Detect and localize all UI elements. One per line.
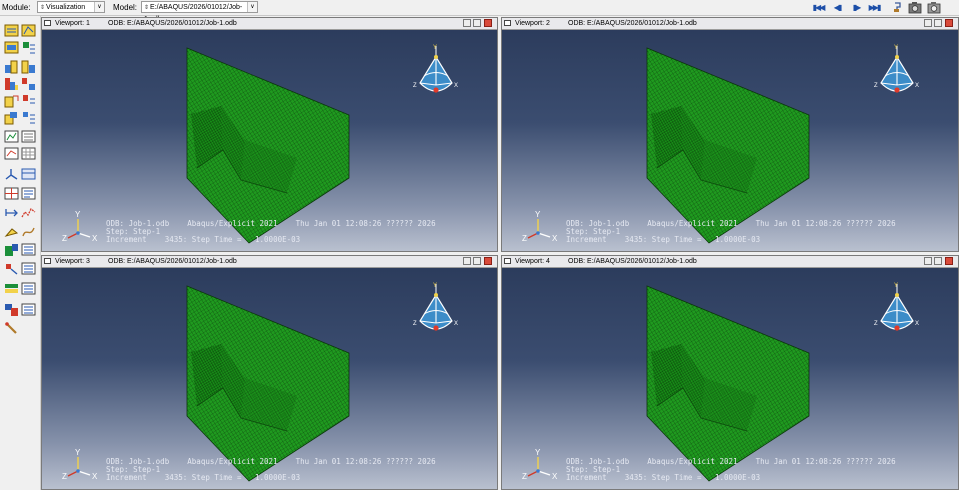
color-manager-icon[interactable] — [21, 302, 36, 317]
increment-info-line: Increment 3435: Step Time = 1.0000E-03 — [106, 235, 301, 244]
module-label: Module: — [2, 3, 31, 12]
last-frame-icon[interactable]: ▶▶▮ — [867, 2, 882, 13]
section-options-icon[interactable] — [21, 281, 36, 296]
query-triad-icon[interactable] — [4, 166, 19, 181]
viewport-2[interactable]: Viewport: 2 ODB: E:/ABAQUS/2026/01012/Jo… — [501, 17, 959, 252]
ply-stack-icon[interactable] — [21, 93, 36, 108]
triad-y-label: Y — [433, 283, 437, 289]
axis-x-label: X — [92, 472, 98, 480]
global-axes-triad-icon: Y X Z — [522, 448, 558, 480]
triad-z-label: Z — [874, 321, 878, 327]
plot-deformed-icon[interactable] — [21, 23, 36, 38]
previous-frame-icon[interactable]: ◀▮ — [830, 2, 844, 13]
plot-contours-icon[interactable] — [4, 40, 19, 55]
axis-z-label: Z — [522, 234, 527, 242]
table-report-icon[interactable] — [21, 146, 36, 161]
global-axes-triad-icon: Y X Z — [522, 210, 558, 242]
chevron-down-icon: ∨ — [247, 2, 257, 12]
animate-scale-icon[interactable] — [4, 110, 19, 125]
replace-selected-icon[interactable] — [4, 261, 19, 276]
view-orientation-triad-icon: Y Z X — [413, 283, 458, 331]
xy-data-manager-icon[interactable] — [21, 129, 36, 144]
axis-x-label: X — [552, 472, 558, 480]
viewport-1[interactable]: Viewport: 1 ODB: E:/ABAQUS/2026/01012/Jo… — [41, 17, 498, 252]
plot-symbols-icon[interactable] — [21, 40, 36, 55]
increment-info-line: Increment 3435: Step Time = 1.0000E-03 — [566, 473, 761, 482]
spinner-icon: ⇕ — [40, 5, 46, 11]
viewport-annotations-icon[interactable] — [21, 186, 36, 201]
axis-z-label: Z — [522, 472, 527, 480]
common-options-icon[interactable] — [4, 59, 19, 74]
global-axes-triad-icon: Y X Z — [62, 448, 98, 480]
section-points-icon[interactable] — [4, 281, 19, 296]
axis-z-label: Z — [62, 472, 67, 480]
viewport-3[interactable]: Viewport: 3 ODB: E:/ABAQUS/2026/01012/Jo… — [41, 255, 498, 490]
display-groups-icon[interactable] — [4, 242, 19, 257]
global-axes-triad-icon: Y X Z — [62, 210, 98, 242]
query-probe-icon[interactable] — [4, 321, 19, 336]
axis-x-label: X — [92, 234, 98, 242]
triad-x-label: X — [915, 321, 919, 327]
triad-y-label: Y — [433, 45, 437, 51]
context-toolbar: Module: ⇕Visualization ∨ Model: ⇕E:/ABAQ… — [0, 0, 959, 23]
increment-info-line: Increment 3435: Step Time = 1.0000E-03 — [566, 235, 761, 244]
triad-x-label: X — [454, 83, 458, 89]
first-frame-icon[interactable]: ▮◀◀ — [811, 2, 826, 13]
stream-icon[interactable] — [21, 224, 36, 239]
toolbox — [0, 16, 41, 490]
next-frame-icon[interactable]: ▮▶ — [849, 2, 863, 13]
triad-z-label: Z — [874, 83, 878, 89]
camera-options-icon[interactable] — [927, 1, 941, 14]
viewport-4[interactable]: Viewport: 4 ODB: E:/ABAQUS/2026/01012/Jo… — [501, 255, 959, 490]
symbol-options-icon[interactable] — [21, 76, 36, 91]
axis-y-label: Y — [535, 448, 541, 457]
odb-display-options-icon[interactable] — [21, 59, 36, 74]
contour-options-icon[interactable] — [4, 76, 19, 91]
axis-y-label: Y — [535, 210, 541, 219]
animate-options-icon[interactable] — [21, 110, 36, 125]
camera-icon[interactable] — [908, 1, 922, 14]
viewport-layout-icon[interactable] — [4, 186, 19, 201]
xy-plot-options-icon[interactable] — [4, 146, 19, 161]
axis-y-label: Y — [75, 210, 81, 219]
spinner-icon: ⇕ — [144, 5, 150, 11]
triad-z-label: Z — [413, 321, 417, 327]
axis-x-label: X — [552, 234, 558, 242]
triad-x-label: X — [454, 321, 458, 327]
triad-y-label: Y — [894, 283, 898, 289]
triad-y-label: Y — [894, 45, 898, 51]
axis-z-label: Z — [62, 234, 67, 242]
create-xy-data-icon[interactable] — [4, 129, 19, 144]
triad-x-label: X — [915, 83, 919, 89]
plot-undeformed-icon[interactable] — [4, 23, 19, 38]
view-orientation-triad-icon: Y Z X — [413, 45, 458, 93]
color-code-icon[interactable] — [4, 302, 19, 317]
increment-info-line: Increment 3435: Step Time = 1.0000E-03 — [106, 473, 301, 482]
remove-selected-icon[interactable] — [21, 261, 36, 276]
display-group-manager-icon[interactable] — [21, 242, 36, 257]
module-select[interactable]: ⇕Visualization ∨ — [37, 1, 105, 13]
path-icon[interactable] — [4, 205, 19, 220]
xy-curve-icon[interactable] — [21, 205, 36, 220]
tool-icon[interactable] — [891, 1, 905, 14]
material-orientation-icon[interactable] — [4, 93, 19, 108]
model-label: Model: — [113, 3, 138, 12]
chevron-down-icon: ∨ — [94, 2, 104, 12]
view-cut-manager-icon[interactable] — [21, 166, 36, 181]
triad-z-label: Z — [413, 83, 417, 89]
axis-y-label: Y — [75, 448, 81, 457]
free-body-icon[interactable] — [4, 224, 19, 239]
view-orientation-triad-icon: Y Z X — [874, 45, 919, 93]
view-orientation-triad-icon: Y Z X — [874, 283, 919, 331]
module-value: Visualization — [46, 4, 86, 11]
model-select[interactable]: ⇕E:/ABAQUS/2026/01012/Job-1.odb ∨ — [141, 1, 258, 23]
